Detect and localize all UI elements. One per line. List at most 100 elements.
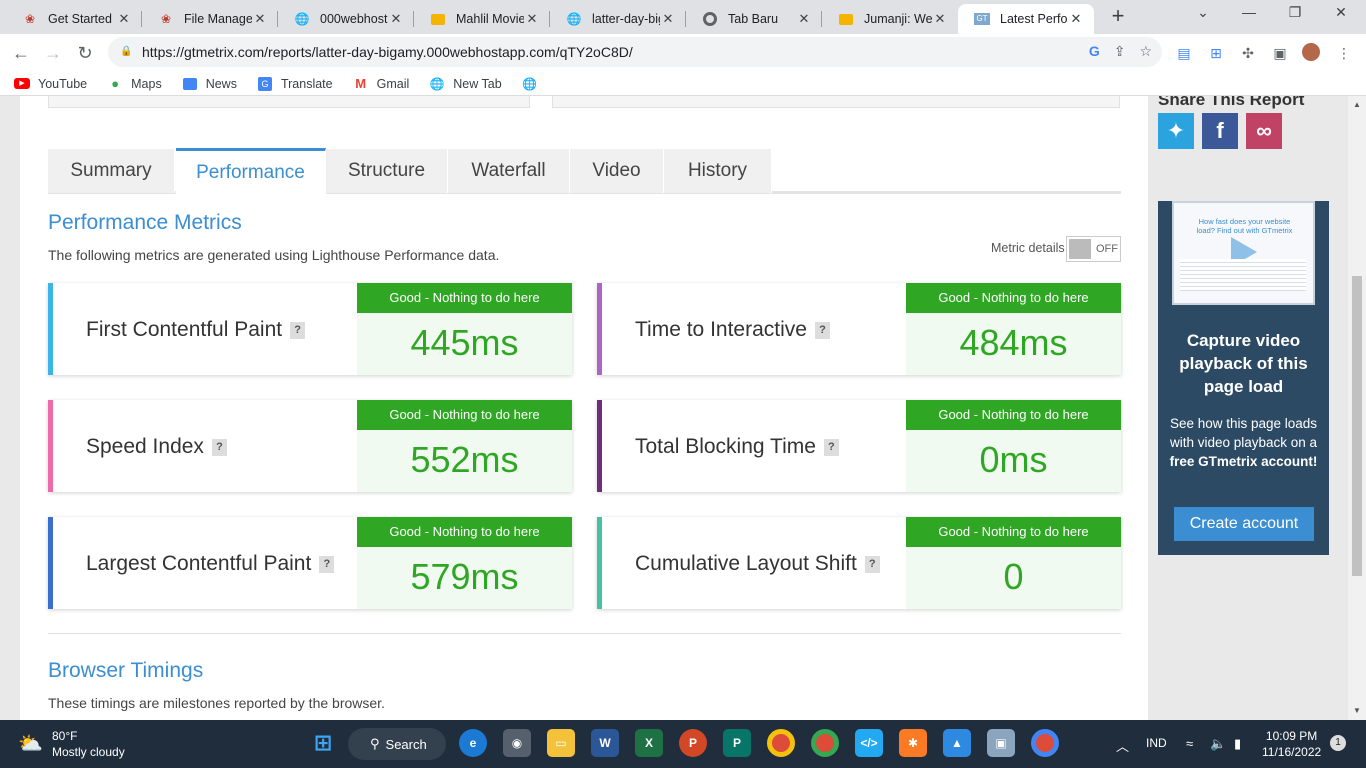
xampp-icon[interactable]: ✱ <box>899 729 927 757</box>
close-tab-icon[interactable]: ✕ <box>660 11 676 27</box>
word-icon[interactable]: W <box>591 729 619 757</box>
reload-icon[interactable]: ↻ <box>72 40 98 66</box>
excel-icon[interactable]: X <box>635 729 663 757</box>
scroll-thumb[interactable] <box>1352 276 1362 576</box>
bookmark-youtube[interactable]: ▶ YouTube <box>14 76 87 92</box>
browser-tab[interactable]: ❀ Get Started ✕ <box>6 4 142 34</box>
chrome-icon[interactable] <box>767 729 795 757</box>
battery-icon[interactable]: ▮ <box>1234 736 1241 752</box>
back-icon[interactable]: ← <box>8 40 34 66</box>
volume-icon[interactable]: 🔈 <box>1210 736 1226 752</box>
publisher-icon[interactable]: P <box>723 729 751 757</box>
google-lens-icon[interactable]: G <box>1089 43 1100 60</box>
close-tab-icon[interactable]: ✕ <box>388 11 404 27</box>
close-tab-icon[interactable]: ✕ <box>252 11 268 27</box>
forward-icon[interactable]: → <box>40 40 66 66</box>
help-icon[interactable]: ? <box>823 438 839 456</box>
chrome-profile-icon[interactable] <box>1031 729 1059 757</box>
tab-structure[interactable]: Structure <box>326 149 448 193</box>
menu-kebab-icon[interactable]: ⋮ <box>1334 43 1354 63</box>
promo-description: See how this page loads with video playb… <box>1169 416 1318 469</box>
address-bar[interactable]: 🔒 https://gtmetrix.com/reports/latter-da… <box>108 37 1162 67</box>
browser-tab[interactable]: ❀ File Manager ✕ <box>142 4 278 34</box>
bookmark-new-tab[interactable]: 🌐 New Tab <box>429 76 502 92</box>
url-text[interactable]: https://gtmetrix.com/reports/latter-day-… <box>142 44 633 60</box>
folder-icon <box>838 11 854 27</box>
vscode-icon[interactable]: </> <box>855 729 883 757</box>
browser-tab[interactable]: Mahlil Movies ✕ <box>414 4 550 34</box>
help-icon[interactable]: ? <box>814 321 830 339</box>
video-thumbnail[interactable]: How fast does your website load? Find ou… <box>1172 201 1315 305</box>
bookmark-star-icon[interactable]: ☆ <box>1139 43 1152 60</box>
gt-red-icon: ❀ <box>160 12 172 26</box>
translate-extension-icon[interactable]: ⊞ <box>1206 43 1226 63</box>
extensions-puzzle-icon[interactable]: ✣ <box>1238 43 1258 63</box>
browser-tab[interactable]: 🌐 000webhost F ✕ <box>278 4 414 34</box>
clock[interactable]: 10:09 PM 11/16/2022 <box>1262 728 1321 760</box>
bookmark-translate[interactable]: G Translate <box>257 76 333 92</box>
link-icon[interactable]: ∞ <box>1246 113 1282 149</box>
tab-waterfall[interactable]: Waterfall <box>448 149 570 193</box>
tab-video[interactable]: Video <box>570 149 664 193</box>
tab-performance[interactable]: Performance <box>176 148 326 194</box>
help-icon[interactable]: ? <box>864 555 880 573</box>
maps-pin-icon: ● <box>111 76 120 91</box>
photos-icon[interactable]: ▲ <box>943 729 971 757</box>
close-window-icon[interactable]: ✕ <box>1318 4 1364 21</box>
minimize-icon[interactable]: — <box>1226 4 1272 20</box>
remote-desktop-icon[interactable]: ▣ <box>987 729 1015 757</box>
share-icon[interactable]: ⇪ <box>1114 43 1126 60</box>
powerpoint-icon[interactable]: P <box>679 729 707 757</box>
page-scrollbar[interactable]: ▲ ▼ <box>1348 96 1366 720</box>
browser-tab-active[interactable]: GT Latest Perform ✕ <box>958 4 1094 34</box>
chrome-active-icon[interactable] <box>811 729 839 757</box>
close-tab-icon[interactable]: ✕ <box>524 11 540 27</box>
facebook-icon[interactable]: f <box>1202 113 1238 149</box>
metric-name: Time to Interactive <box>635 318 807 341</box>
restore-icon[interactable]: ❐ <box>1272 4 1318 21</box>
help-icon[interactable]: ? <box>319 555 335 573</box>
side-panel-icon[interactable]: ▣ <box>1270 43 1290 63</box>
twitter-icon[interactable]: ✦ <box>1158 113 1194 149</box>
camera-icon[interactable]: ◉ <box>503 729 531 757</box>
wifi-icon[interactable]: ≈ <box>1186 736 1193 751</box>
grade-label: Good - Nothing to do here <box>357 517 572 547</box>
bookmark-gmail[interactable]: M Gmail <box>353 76 409 92</box>
metric-name: Total Blocking Time <box>635 435 816 458</box>
bookmark-maps[interactable]: ● Maps <box>107 76 162 92</box>
close-tab-icon[interactable]: ✕ <box>116 11 132 27</box>
bookmark-globe[interactable]: 🌐 <box>522 76 546 92</box>
docs-extension-icon[interactable]: ▤ <box>1174 43 1194 63</box>
metric-details-toggle[interactable]: OFF <box>1066 236 1121 262</box>
tab-search-icon[interactable]: ⌄ <box>1180 4 1226 21</box>
close-tab-icon[interactable]: ✕ <box>932 11 948 27</box>
file-explorer-icon[interactable]: ▭ <box>547 729 575 757</box>
windows-start-icon[interactable]: ⊞ <box>309 729 337 757</box>
notification-badge[interactable]: 1 <box>1330 735 1346 751</box>
new-tab-button[interactable]: + <box>1104 5 1132 29</box>
tab-summary[interactable]: Summary <box>48 149 175 193</box>
weather-widget[interactable]: ⛅ 80°F Mostly cloudy <box>18 728 125 760</box>
create-account-button[interactable]: Create account <box>1174 507 1314 541</box>
browser-tab[interactable]: Jumanji: Welc ✕ <box>822 4 958 34</box>
browser-tab[interactable]: Tab Baru ✕ <box>686 4 822 34</box>
metric-color-bar <box>597 283 602 375</box>
web-page: Summary Performance Structure Waterfall … <box>0 96 1366 720</box>
bookmark-news[interactable]: News <box>182 76 237 92</box>
time: 10:09 PM <box>1265 729 1318 743</box>
profile-avatar[interactable] <box>1302 43 1322 63</box>
close-tab-icon[interactable]: ✕ <box>796 11 812 27</box>
browser-timings-title: Browser Timings <box>48 659 204 682</box>
tray-chevron-icon[interactable]: ︿ <box>1116 736 1129 755</box>
close-tab-icon[interactable]: ✕ <box>1068 11 1084 27</box>
metric-name: First Contentful Paint <box>86 318 283 341</box>
scroll-up-icon[interactable]: ▲ <box>1353 100 1361 109</box>
browser-tab[interactable]: 🌐 latter-day-big ✕ <box>550 4 686 34</box>
language-indicator[interactable]: IND <box>1146 736 1167 750</box>
help-icon[interactable]: ? <box>290 321 306 339</box>
help-icon[interactable]: ? <box>211 438 227 456</box>
scroll-down-icon[interactable]: ▼ <box>1353 706 1361 715</box>
edge-icon[interactable]: e <box>459 729 487 757</box>
tab-history[interactable]: History <box>664 149 772 193</box>
taskbar-search[interactable]: ⚲ Search <box>348 728 446 760</box>
